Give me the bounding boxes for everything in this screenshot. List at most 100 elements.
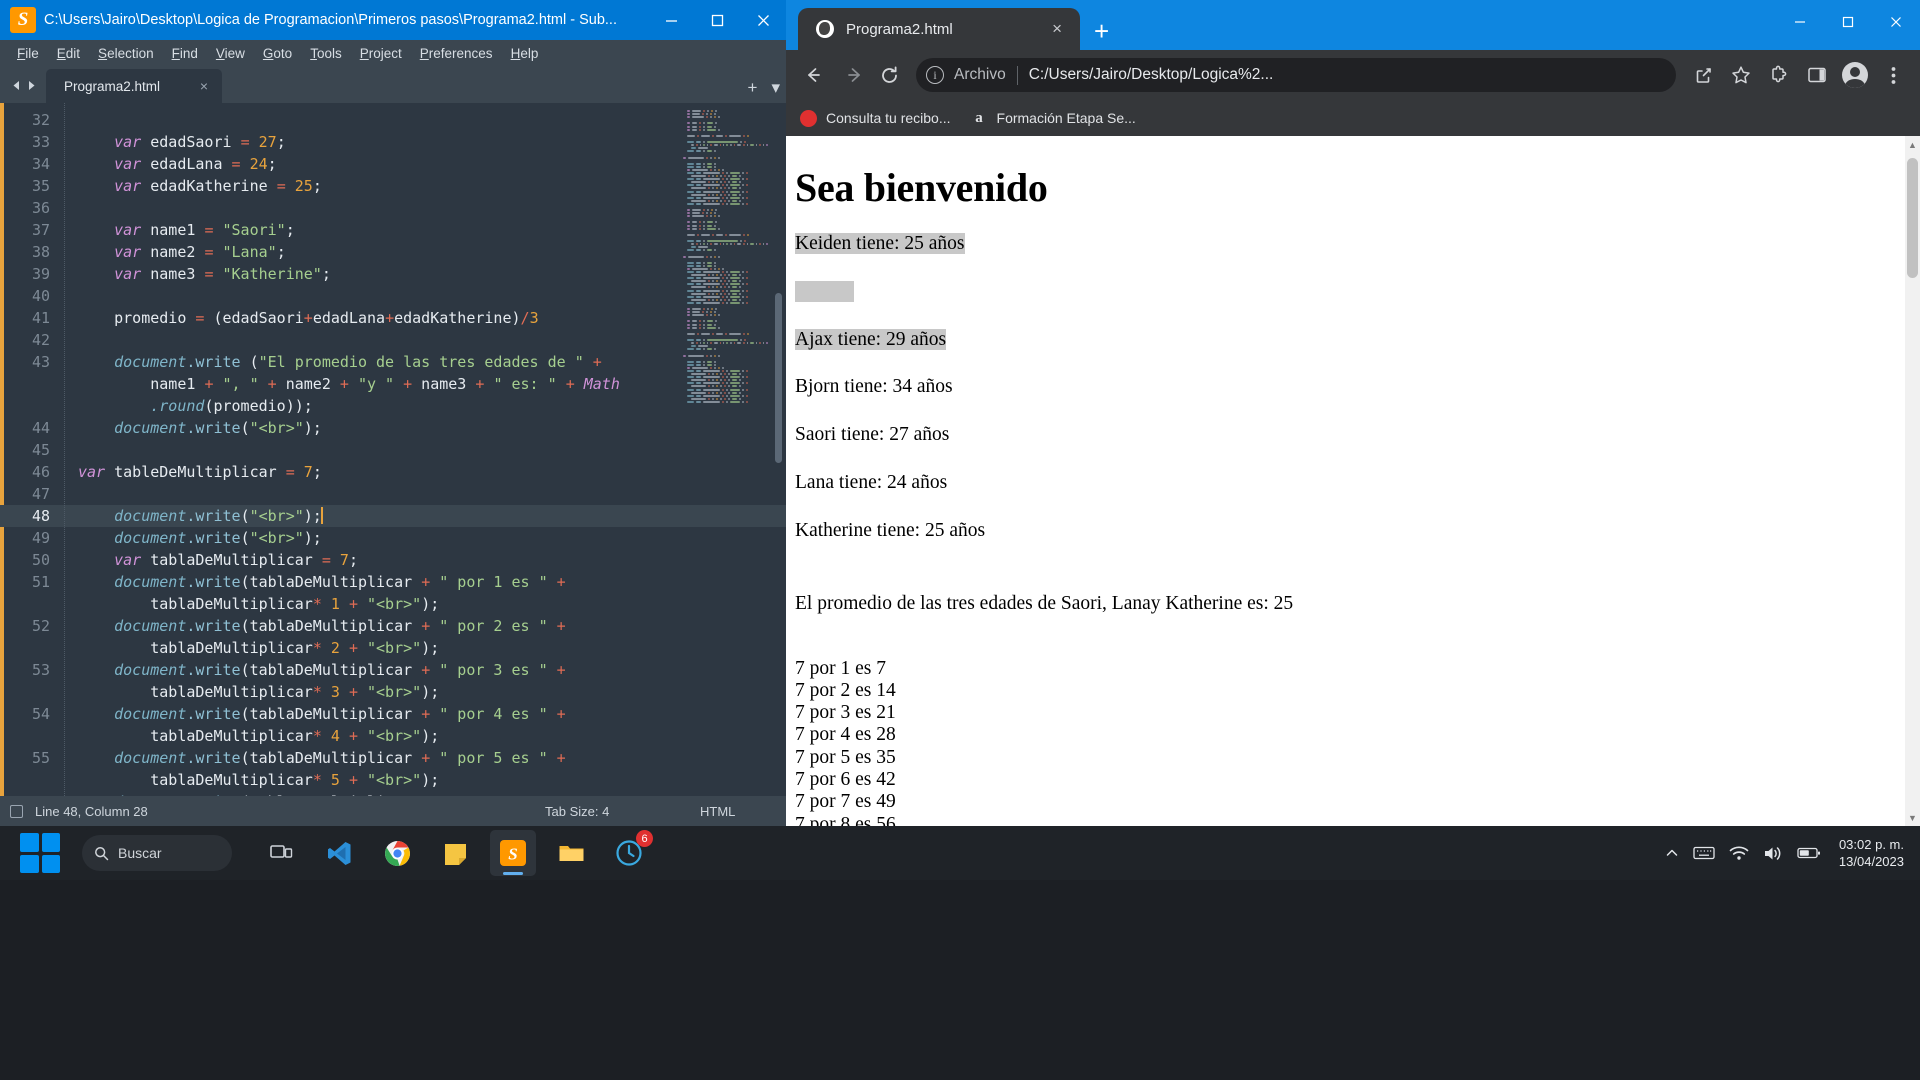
code-line[interactable]: document.write("<br>");	[64, 417, 786, 439]
bookmark-star-icon[interactable]	[1724, 58, 1758, 92]
code-line[interactable]: promedio = (edadSaori+edadLana+edadKathe…	[64, 307, 786, 329]
code-line[interactable]: var name2 = "Lana";	[64, 241, 786, 263]
code-line[interactable]: .round(promedio));	[64, 395, 786, 417]
menu-item-goto[interactable]: Goto	[254, 43, 301, 64]
page-scrollbar[interactable]: ▲ ▼	[1905, 136, 1920, 826]
taskbar-item-chrome[interactable]	[374, 830, 420, 876]
taskbar-item-file-explorer[interactable]	[548, 830, 594, 876]
scroll-up-arrow-icon[interactable]: ▲	[1905, 136, 1920, 153]
code-line[interactable]: document.write(tablaDeMultiplicar + " po…	[64, 571, 786, 593]
new-tab-icon[interactable]: +	[748, 78, 758, 98]
code-line[interactable]: var tableDeMultiplicar = 7;	[64, 461, 786, 483]
age-line: Katherine tiene: 25 años	[795, 520, 1920, 543]
taskbar-item-messaging[interactable]: 6	[606, 830, 653, 876]
start-button-icon[interactable]	[20, 833, 60, 873]
editor-code-area[interactable]: var edadSaori = 27; var edadLana = 24; v…	[64, 103, 786, 796]
forward-button[interactable]	[834, 58, 868, 92]
code-line[interactable]: var edadSaori = 27;	[64, 131, 786, 153]
taskbar-search[interactable]: Buscar	[82, 835, 232, 871]
search-icon	[95, 846, 109, 860]
site-info-icon[interactable]: i	[926, 66, 944, 84]
bookmark-item[interactable]: a Formación Etapa Se...	[971, 110, 1136, 127]
chrome-menu-icon[interactable]	[1876, 58, 1910, 92]
menu-item-help[interactable]: Help	[502, 43, 548, 64]
code-line[interactable]: var tablaDeMultiplicar = 7;	[64, 549, 786, 571]
menu-item-preferences[interactable]: Preferences	[411, 43, 502, 64]
chrome-minimize-button[interactable]	[1776, 0, 1824, 44]
code-line[interactable]: var edadKatherine = 25;	[64, 175, 786, 197]
code-line[interactable]: document.write(tablaDeMultiplicar + " po…	[64, 791, 786, 796]
taskbar-item-vscode[interactable]	[316, 830, 362, 876]
code-line[interactable]	[64, 197, 786, 219]
code-line[interactable]: tablaDeMultiplicar* 3 + "<br>");	[64, 681, 786, 703]
back-button[interactable]	[796, 58, 830, 92]
browser-tab-programa2[interactable]: Programa2.html ×	[798, 8, 1080, 50]
editor-line-number-gutter: 32 33 34 35 36 37 38 39 40 41 42 43 44 45 46 47 48 49 50 5…	[0, 103, 64, 796]
code-line[interactable]: var name1 = "Saori";	[64, 219, 786, 241]
line-number: 37	[31, 221, 50, 239]
page-scroll-thumb[interactable]	[1907, 158, 1918, 278]
code-line[interactable]: document.write(tablaDeMultiplicar + " po…	[64, 747, 786, 769]
taskbar-item-sticky-notes[interactable]	[432, 830, 478, 876]
line-number: 55	[31, 749, 50, 767]
code-line[interactable]: tablaDeMultiplicar* 2 + "<br>");	[64, 637, 786, 659]
code-line[interactable]: tablaDeMultiplicar* 4 + "<br>");	[64, 725, 786, 747]
profile-avatar[interactable]	[1838, 58, 1872, 92]
code-line[interactable]: var name3 = "Katherine";	[64, 263, 786, 285]
editor-tab-close-icon[interactable]: ×	[196, 78, 212, 94]
menu-item-edit[interactable]: Edit	[48, 43, 89, 64]
share-icon[interactable]	[1686, 58, 1720, 92]
chrome-close-button[interactable]	[1872, 0, 1920, 44]
code-line[interactable]: var edadLana = 24;	[64, 153, 786, 175]
code-line[interactable]	[64, 285, 786, 307]
new-tab-button[interactable]: +	[1094, 18, 1109, 44]
taskbar-item-task-view[interactable]	[258, 830, 304, 876]
maximize-button[interactable]	[694, 0, 740, 40]
menu-item-tools[interactable]: Tools	[301, 43, 351, 64]
code-line[interactable]	[64, 483, 786, 505]
code-line[interactable]: name1 + ", " + name2 + "y " + name3 + " …	[64, 373, 786, 395]
code-line[interactable]: document.write("<br>");	[64, 527, 786, 549]
volume-icon[interactable]	[1763, 845, 1783, 862]
menu-item-view[interactable]: View	[207, 43, 254, 64]
taskbar-clock[interactable]: 03:02 p. m. 13/04/2023	[1839, 836, 1904, 870]
menu-item-project[interactable]: Project	[351, 43, 411, 64]
keyboard-icon[interactable]	[1693, 845, 1715, 861]
code-line[interactable]: document.write(tablaDeMultiplicar + " po…	[64, 703, 786, 725]
extensions-icon[interactable]	[1762, 58, 1796, 92]
nav-prev-icon	[13, 80, 19, 90]
reload-button[interactable]	[872, 58, 906, 92]
editor-vertical-scrollbar[interactable]	[775, 293, 782, 463]
wifi-icon[interactable]	[1729, 845, 1749, 861]
code-line[interactable]: tablaDeMultiplicar* 1 + "<br>");	[64, 593, 786, 615]
menu-item-file[interactable]: File	[8, 43, 48, 64]
address-bar[interactable]: i Archivo C:/Users/Jairo/Desktop/Logica%…	[916, 58, 1676, 92]
code-line[interactable]	[64, 109, 786, 131]
browser-tab-close-icon[interactable]: ×	[1046, 19, 1068, 39]
show-hidden-icons-chevron[interactable]	[1665, 846, 1679, 860]
close-button[interactable]	[740, 0, 786, 40]
status-syntax-mode[interactable]: HTML	[700, 804, 735, 819]
battery-icon[interactable]	[1797, 846, 1821, 860]
scroll-down-arrow-icon[interactable]: ▼	[1905, 809, 1920, 826]
menu-item-find[interactable]: Find	[163, 43, 207, 64]
code-line[interactable]: document.write(tablaDeMultiplicar + " po…	[64, 615, 786, 637]
code-line[interactable]: document.write("<br>");	[64, 505, 786, 527]
minimize-button[interactable]	[648, 0, 694, 40]
code-line[interactable]: document.write ("El promedio de las tres…	[64, 351, 786, 373]
tab-list-chevron-icon[interactable]: ▾	[771, 78, 780, 98]
code-line[interactable]: document.write(tablaDeMultiplicar + " po…	[64, 659, 786, 681]
status-tab-size[interactable]: Tab Size: 4	[545, 804, 609, 819]
side-panel-icon[interactable]	[1800, 58, 1834, 92]
code-line[interactable]	[64, 439, 786, 461]
code-line[interactable]	[64, 329, 786, 351]
line-number: 34	[31, 155, 50, 173]
code-line[interactable]: tablaDeMultiplicar* 5 + "<br>");	[64, 769, 786, 791]
line-number	[0, 593, 64, 615]
editor-tab-programa2[interactable]: Programa2.html ×	[46, 69, 222, 103]
taskbar-item-sublime-text[interactable]: S	[490, 830, 536, 876]
chrome-maximize-button[interactable]	[1824, 0, 1872, 44]
menu-item-selection[interactable]: Selection	[89, 43, 163, 64]
bookmark-item[interactable]: Consulta tu recibo...	[800, 109, 951, 127]
tab-nav-arrows[interactable]	[4, 67, 46, 103]
